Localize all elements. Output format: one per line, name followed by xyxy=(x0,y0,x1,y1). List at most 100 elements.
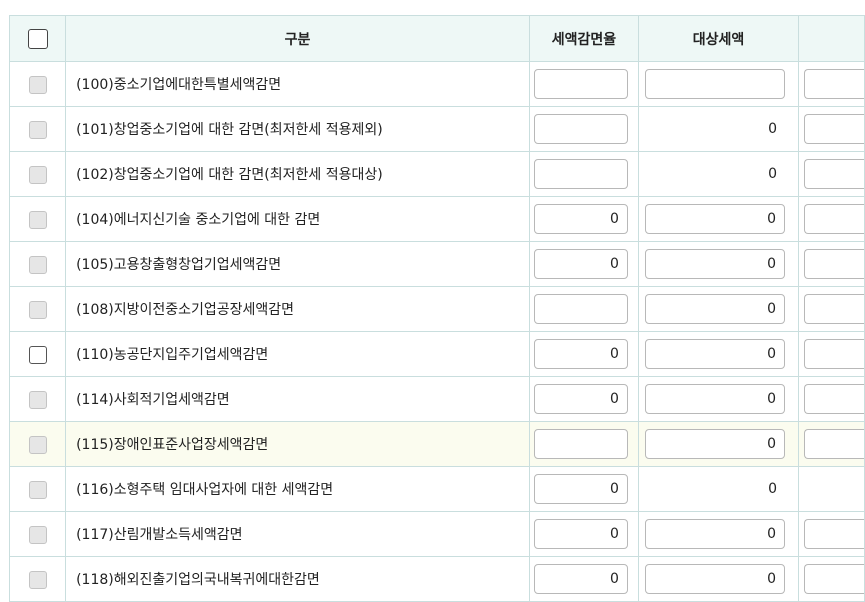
target-tax-cell: 0 xyxy=(638,196,799,242)
target-tax-cell: 0 xyxy=(638,376,799,422)
target-tax-input[interactable]: 0 xyxy=(645,429,786,459)
target-tax-input[interactable]: 0 xyxy=(645,384,786,414)
row-checkbox xyxy=(28,570,47,589)
row-label: (115)장애인표준사업장세액감면 xyxy=(65,421,530,467)
row-checkbox-cell xyxy=(8,196,67,242)
target-tax-input[interactable]: 0 xyxy=(645,339,786,369)
row-label: (116)소형주택 임대사업자에 대한 세액감면 xyxy=(65,466,530,512)
target-tax-cell xyxy=(638,61,799,107)
row-checkbox-cell xyxy=(8,106,67,152)
row-checkbox-cell xyxy=(8,511,67,557)
row-label: (117)산림개발소득세액감면 xyxy=(65,511,530,557)
rate-cell: 0 xyxy=(528,511,640,557)
row-checkbox xyxy=(28,435,47,454)
extra-cell xyxy=(797,61,865,107)
rate-cell: 0 xyxy=(528,376,640,422)
target-tax-input[interactable]: 0 xyxy=(645,519,786,549)
row-label: (108)지방이전중소기업공장세액감면 xyxy=(65,286,530,332)
row-label: (118)해외진출기업의국내복귀에대한감면 xyxy=(65,556,530,602)
extra-cell xyxy=(797,466,865,512)
rate-input[interactable]: 0 xyxy=(533,384,628,414)
row-checkbox xyxy=(28,120,47,139)
rate-input[interactable] xyxy=(533,429,628,459)
row-label: (114)사회적기업세액감면 xyxy=(65,376,530,422)
rate-input[interactable] xyxy=(533,69,628,99)
rate-cell: 0 xyxy=(528,556,640,602)
rate-input[interactable]: 0 xyxy=(533,339,628,369)
row-checkbox-cell xyxy=(8,241,67,287)
extra-cell xyxy=(797,286,865,332)
row-label: (104)에너지신기술 중소기업에 대한 감면 xyxy=(65,196,530,242)
rate-input[interactable]: 0 xyxy=(533,249,628,279)
rate-input[interactable] xyxy=(533,114,628,144)
rate-cell xyxy=(528,61,640,107)
rate-cell xyxy=(528,286,640,332)
rate-cell xyxy=(528,151,640,197)
table-header-row: 구분 세액감면율 대상세액 xyxy=(8,15,865,62)
rate-input[interactable]: 0 xyxy=(533,474,628,504)
row-checkbox-cell xyxy=(8,421,67,467)
extra-input[interactable] xyxy=(803,204,864,234)
row-checkbox-cell xyxy=(8,376,67,422)
rate-cell: 0 xyxy=(528,196,640,242)
target-tax-input[interactable]: 0 xyxy=(645,564,786,594)
table-row: (100)중소기업에대한특별세액감면 xyxy=(8,61,865,107)
table-row: (118)해외진출기업의국내복귀에대한감면 0 0 xyxy=(8,556,865,602)
table-row: (117)산림개발소득세액감면 0 0 xyxy=(8,511,865,557)
target-tax-cell: 0 xyxy=(638,286,799,332)
extra-input[interactable] xyxy=(803,249,864,279)
table-row: (115)장애인표준사업장세액감면 0 xyxy=(8,421,865,467)
row-checkbox-cell xyxy=(8,331,67,377)
extra-input[interactable] xyxy=(803,159,864,189)
row-label: (101)창업중소기업에 대한 감면(최저한세 적용제외) xyxy=(65,106,530,152)
extra-cell xyxy=(797,331,865,377)
extra-cell xyxy=(797,556,865,602)
table-row: (110)농공단지입주기업세액감면 0 0 xyxy=(8,331,865,377)
target-tax-cell: 0 xyxy=(638,556,799,602)
extra-input[interactable] xyxy=(803,519,864,549)
select-all-cell xyxy=(8,15,67,62)
row-label: (100)중소기업에대한특별세액감면 xyxy=(65,61,530,107)
extra-input[interactable] xyxy=(803,294,864,324)
row-checkbox xyxy=(28,300,47,319)
extra-input[interactable] xyxy=(803,384,864,414)
target-tax-input[interactable] xyxy=(645,69,786,99)
rate-input[interactable] xyxy=(533,294,628,324)
rate-input[interactable]: 0 xyxy=(533,204,628,234)
rate-cell: 0 xyxy=(528,466,640,512)
extra-cell xyxy=(797,511,865,557)
extra-cell xyxy=(797,151,865,197)
tax-reduction-table: 구분 세액감면율 대상세액 (100)중소기업에대한특별세액감면 (101)창업중… xyxy=(8,15,865,602)
extra-input[interactable] xyxy=(803,339,864,369)
extra-input[interactable] xyxy=(803,114,864,144)
table-row: (108)지방이전중소기업공장세액감면 0 xyxy=(8,286,865,332)
row-label: (105)고용창출형창업기업세액감면 xyxy=(65,241,530,287)
rate-cell: 0 xyxy=(528,331,640,377)
target-tax-input[interactable]: 0 xyxy=(645,204,786,234)
target-tax-cell: 0 xyxy=(638,241,799,287)
target-tax-input[interactable]: 0 xyxy=(645,249,786,279)
rate-input[interactable]: 0 xyxy=(533,519,628,549)
row-checkbox[interactable] xyxy=(28,345,47,364)
row-checkbox-cell xyxy=(8,286,67,332)
target-tax-cell: 0 xyxy=(638,511,799,557)
rate-cell: 0 xyxy=(528,241,640,287)
target-tax-cell: 0 xyxy=(638,466,799,512)
target-tax-input[interactable]: 0 xyxy=(645,294,786,324)
extra-input[interactable] xyxy=(803,69,864,99)
select-all-checkbox[interactable] xyxy=(27,28,48,49)
row-checkbox xyxy=(28,75,47,94)
target-tax-value: 0 xyxy=(768,121,778,137)
rate-input[interactable]: 0 xyxy=(533,564,628,594)
table-row: (104)에너지신기술 중소기업에 대한 감면 0 0 xyxy=(8,196,865,242)
row-label: (102)창업중소기업에 대한 감면(최저한세 적용대상) xyxy=(65,151,530,197)
target-tax-cell: 0 xyxy=(638,106,799,152)
row-checkbox xyxy=(28,480,47,499)
extra-input[interactable] xyxy=(803,429,864,459)
target-tax-cell: 0 xyxy=(638,421,799,467)
target-tax-value: 0 xyxy=(768,166,778,182)
column-header-rate: 세액감면율 xyxy=(528,15,640,62)
extra-input[interactable] xyxy=(803,564,864,594)
row-label: (110)농공단지입주기업세액감면 xyxy=(65,331,530,377)
rate-input[interactable] xyxy=(533,159,628,189)
